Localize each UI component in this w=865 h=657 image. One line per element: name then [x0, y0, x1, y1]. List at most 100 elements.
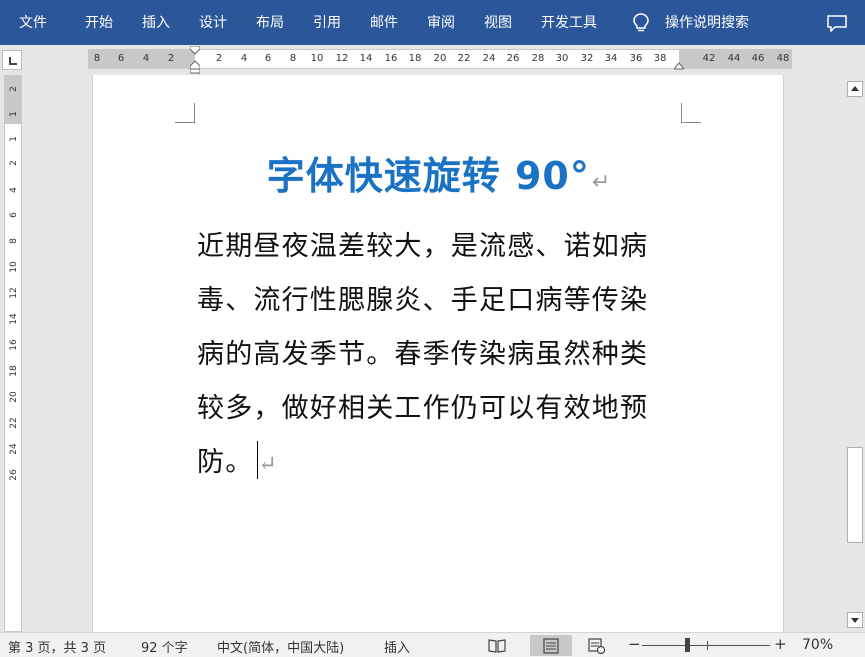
ruler-number: 14 — [9, 313, 19, 325]
ruler-number: 16 — [384, 53, 398, 64]
tab-design[interactable]: 设计 — [199, 14, 227, 32]
ruler-number: 14 — [359, 53, 373, 64]
ruler-number: 4 — [9, 187, 19, 193]
ribbon-tab-bar: 文件 开始 插入 设计 布局 引用 邮件 审阅 视图 开发工具 操作说明搜索 — [0, 0, 865, 45]
document-heading[interactable]: 字体快速旋转 90°↵ — [93, 145, 785, 200]
ruler-number: 4 — [240, 53, 248, 64]
ruler-number: 34 — [604, 53, 618, 64]
ruler-number: 12 — [9, 287, 19, 299]
ruler-number: 2 — [9, 160, 19, 166]
ruler-number: 8 — [289, 53, 297, 64]
zoom-out-button[interactable]: − — [628, 635, 641, 653]
tell-me-search[interactable]: 操作说明搜索 — [665, 14, 749, 32]
ruler-number: 46 — [751, 53, 765, 64]
document-page[interactable]: 字体快速旋转 90°↵ 近期昼夜温差较大，是流感、诺如病 毒、流行性腮腺炎、手足… — [92, 75, 784, 632]
ruler-number: 22 — [457, 53, 471, 64]
ruler-number: 6 — [264, 53, 272, 64]
ruler-number: 6 — [9, 212, 19, 218]
ruler-number: 8 — [93, 53, 101, 64]
ruler-number: 24 — [9, 443, 19, 455]
book-icon — [488, 639, 506, 653]
word-count-status[interactable]: 92 个字 — [141, 637, 188, 656]
tab-mailings[interactable]: 邮件 — [370, 14, 398, 32]
zoom-level[interactable]: 70% — [802, 637, 833, 653]
ruler-number: 36 — [629, 53, 643, 64]
tab-layout[interactable]: 布局 — [256, 14, 284, 32]
ruler-number: 32 — [580, 53, 594, 64]
page-layout-icon — [543, 638, 559, 654]
paragraph-mark: ↵ — [591, 170, 612, 195]
ruler-number: 44 — [727, 53, 741, 64]
ruler-number: 6 — [117, 53, 125, 64]
arrow-down-icon — [851, 618, 859, 623]
right-indent-marker[interactable] — [674, 60, 684, 70]
tab-references[interactable]: 引用 — [313, 14, 341, 32]
web-layout-icon — [588, 638, 606, 654]
ruler-number: 24 — [482, 53, 496, 64]
ruler-number: 18 — [408, 53, 422, 64]
zoom-slider-track[interactable] — [642, 645, 770, 646]
ruler-number: 10 — [310, 53, 324, 64]
ruler-number: 2 — [167, 53, 175, 64]
ruler-number: 1 — [9, 136, 19, 142]
ruler-number: 2 — [215, 53, 223, 64]
arrow-up-icon — [851, 86, 859, 91]
ruler-number: 16 — [9, 339, 19, 351]
ruler-number: 48 — [776, 53, 790, 64]
ruler-number: 2 — [9, 86, 19, 92]
ruler-number: 22 — [9, 417, 19, 429]
body-line: 毒、流行性腮腺炎、手足口病等传染 — [197, 285, 649, 316]
ruler-number: 30 — [555, 53, 569, 64]
zoom-in-button[interactable]: + — [774, 635, 787, 653]
ruler-number: 4 — [142, 53, 150, 64]
tab-review[interactable]: 审阅 — [427, 14, 455, 32]
tab-home[interactable]: 开始 — [85, 14, 113, 32]
status-bar: 第 3 页，共 3 页 92 个字 中文(简体，中国大陆) 插入 − + 70% — [0, 632, 865, 657]
document-body[interactable]: 近期昼夜温差较大，是流感、诺如病 毒、流行性腮腺炎、手足口病等传染 病的高发季节… — [197, 220, 687, 492]
tab-stop-selector-button[interactable] — [2, 50, 22, 70]
ruler-number: 26 — [9, 469, 19, 481]
scroll-down-button[interactable] — [847, 612, 863, 628]
web-layout-button[interactable] — [580, 635, 612, 656]
ruler-number: 8 — [9, 238, 19, 244]
body-line-last: 防。 ↵ — [197, 436, 687, 492]
ruler-number: 10 — [9, 261, 19, 273]
read-mode-button[interactable] — [480, 635, 512, 656]
tab-insert[interactable]: 插入 — [142, 14, 170, 32]
ruler-number: 26 — [506, 53, 520, 64]
ruler-number: 42 — [702, 53, 716, 64]
zoom-slider-thumb[interactable] — [685, 638, 690, 652]
crop-mark-top-right — [681, 103, 701, 123]
comment-icon[interactable] — [826, 14, 848, 32]
document-canvas[interactable]: 字体快速旋转 90°↵ 近期昼夜温差较大，是流感、诺如病 毒、流行性腮腺炎、手足… — [24, 75, 844, 632]
ruler-number: 20 — [433, 53, 447, 64]
lightbulb-icon[interactable] — [631, 12, 651, 34]
page-count-status[interactable]: 第 3 页，共 3 页 — [8, 637, 106, 656]
ruler-number: 20 — [9, 391, 19, 403]
ruler-number: 28 — [531, 53, 545, 64]
ruler-number: 38 — [653, 53, 667, 64]
heading-text: 字体快速旋转 90° — [266, 154, 590, 198]
paragraph-mark: ↵ — [258, 452, 279, 477]
horizontal-ruler[interactable]: 8 6 4 2 2 4 6 8 10 12 14 16 18 20 22 24 … — [88, 46, 792, 74]
crop-mark-top-left — [175, 103, 195, 123]
tab-view[interactable]: 视图 — [484, 14, 512, 32]
body-line: 病的高发季节。春季传染病虽然种类 — [197, 339, 649, 370]
body-line: 近期昼夜温差较大，是流感、诺如病 — [197, 231, 649, 262]
ruler-number: 18 — [9, 365, 19, 377]
ruler-number: 1 — [9, 111, 19, 117]
vertical-scrollbar[interactable] — [845, 75, 865, 632]
insert-mode-status[interactable]: 插入 — [384, 637, 410, 656]
print-layout-button[interactable] — [530, 635, 572, 656]
zoom-slider-center-tick — [707, 641, 708, 650]
scroll-thumb[interactable] — [847, 447, 863, 543]
scroll-up-button[interactable] — [847, 81, 863, 97]
left-indent-marker[interactable] — [190, 46, 200, 74]
tab-developer[interactable]: 开发工具 — [541, 14, 597, 32]
body-line: 较多，做好相关工作仍可以有效地预 — [197, 393, 649, 424]
body-line-text: 防。 — [197, 447, 254, 478]
language-status[interactable]: 中文(简体，中国大陆) — [217, 637, 344, 656]
tab-file[interactable]: 文件 — [19, 14, 47, 32]
ruler-number: 12 — [335, 53, 349, 64]
vertical-ruler[interactable]: 2 1 1 2 4 6 8 10 12 14 16 18 20 22 24 26 — [4, 75, 22, 632]
